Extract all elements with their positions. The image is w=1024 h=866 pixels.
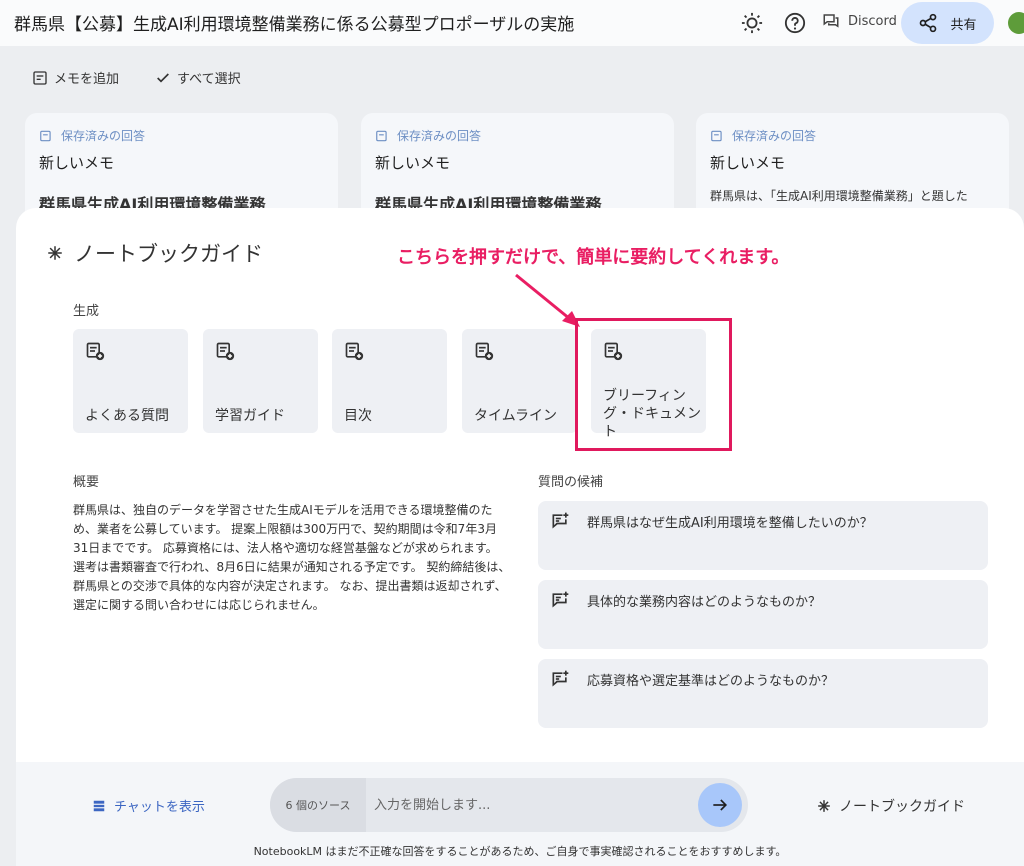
add-memo-label: メモを追加 bbox=[54, 72, 120, 87]
show-chat-label: チャットを表示 bbox=[114, 800, 205, 815]
summary-text: 群馬県は、独自のデータを学習させた生成AIモデルを活用できる環境整備のため、業者… bbox=[73, 503, 511, 612]
faq-button[interactable]: よくある質問 bbox=[73, 329, 188, 433]
note-add-icon bbox=[475, 342, 494, 361]
study-guide-label: 学習ガイド bbox=[215, 408, 285, 424]
question-text: 具体的な業務内容はどのようなものか？ bbox=[587, 595, 822, 610]
question-text: 群馬県はなぜ生成AI利用環境を整備したいのか？ bbox=[587, 516, 873, 531]
saved-label: 保存済みの回答 bbox=[397, 129, 482, 143]
share-icon bbox=[920, 13, 937, 33]
highlight-box bbox=[575, 318, 732, 451]
notebook-guide-button[interactable]: ノートブックガイド bbox=[817, 796, 965, 816]
select-all-label: すべて選択 bbox=[177, 72, 241, 87]
memo-body: 群馬県は、「生成AI利用環境整備業務」と題した bbox=[710, 189, 968, 203]
question-text: 応募資格や選定基準はどのようなものか？ bbox=[587, 674, 835, 689]
discord-label: Discord bbox=[848, 13, 897, 29]
app-header: 群馬県【公募】生成AI利用環境整備業務に係る公募型プロポーザルの実施 Disco… bbox=[0, 0, 1024, 46]
suggested-questions-title: 質問の候補 bbox=[538, 475, 604, 490]
sparkle-icon bbox=[48, 246, 62, 260]
memo-card[interactable]: 保存済みの回答 新しいメモ 群馬県生成AI利用環境整備業務 bbox=[25, 113, 338, 223]
disclaimer-text: NotebookLM はまだ不正確な回答をすることがあるため、ご自身で事実確認さ… bbox=[253, 845, 787, 858]
faq-label: よくある質問 bbox=[85, 408, 169, 424]
source-count-button[interactable]: 6 個のソース bbox=[270, 778, 366, 832]
discord-link[interactable]: Discord bbox=[822, 12, 897, 30]
sparkle-icon bbox=[818, 800, 830, 812]
timeline-label: タイムライン bbox=[474, 408, 558, 424]
table-of-contents-button[interactable]: 目次 bbox=[332, 329, 447, 433]
memo-title: 新しいメモ bbox=[710, 154, 786, 172]
chat-input-box: 6 個のソース bbox=[270, 778, 748, 832]
notes-toolbar: メモを追加 すべて選択 bbox=[32, 68, 241, 87]
saved-note-icon bbox=[40, 130, 51, 141]
guide-title: ノートブックガイド bbox=[46, 238, 263, 268]
chat-add-icon bbox=[552, 591, 569, 608]
suggested-question[interactable]: 群馬県はなぜ生成AI利用環境を整備したいのか？ bbox=[538, 501, 988, 570]
chat-list-icon bbox=[93, 800, 105, 811]
saved-note-icon bbox=[711, 130, 722, 141]
saved-label: 保存済みの回答 bbox=[61, 129, 146, 143]
share-button[interactable]: 共有 bbox=[901, 2, 994, 44]
annotation-callout: こちらを押すだけで、簡単に要約してくれます。 bbox=[397, 247, 790, 268]
note-add-icon bbox=[216, 342, 235, 361]
suggested-question[interactable]: 応募資格や選定基準はどのようなものか？ bbox=[538, 659, 988, 728]
saved-label: 保存済みの回答 bbox=[732, 129, 817, 143]
avatar[interactable] bbox=[1008, 12, 1024, 34]
memo-title: 新しいメモ bbox=[375, 154, 451, 172]
add-memo-button[interactable]: メモを追加 bbox=[32, 68, 119, 87]
chat-bubbles-icon bbox=[823, 14, 839, 28]
note-add-icon bbox=[86, 342, 105, 361]
notebook-guide-label: ノートブックガイド bbox=[839, 799, 965, 815]
chat-input[interactable] bbox=[374, 792, 684, 818]
generate-section-label: 生成 bbox=[73, 304, 100, 319]
arrow-right-icon bbox=[713, 799, 728, 811]
select-all-button[interactable]: すべて選択 bbox=[155, 68, 241, 87]
timeline-button[interactable]: タイムライン bbox=[462, 329, 577, 433]
show-chat-button[interactable]: チャットを表示 bbox=[92, 796, 205, 815]
saved-response-tag: 保存済みの回答 bbox=[39, 127, 324, 144]
theme-toggle-icon[interactable] bbox=[740, 11, 764, 35]
saved-note-icon bbox=[376, 130, 387, 141]
memo-card[interactable]: 保存済みの回答 新しいメモ 群馬県は、「生成AI利用環境整備業務」と題した bbox=[696, 113, 1009, 223]
table-of-contents-label: 目次 bbox=[344, 408, 372, 424]
summary-title: 概要 bbox=[73, 475, 100, 490]
suggested-question[interactable]: 具体的な業務内容はどのようなものか？ bbox=[538, 580, 988, 649]
memo-title: 新しいメモ bbox=[39, 154, 115, 172]
saved-response-tag: 保存済みの回答 bbox=[710, 127, 995, 144]
chat-add-icon bbox=[552, 670, 569, 687]
memo-card[interactable]: 保存済みの回答 新しいメモ 群馬県生成AI利用環境整備業務 bbox=[361, 113, 674, 223]
guide-title-text: ノートブックガイド bbox=[74, 242, 263, 266]
page-title: 群馬県【公募】生成AI利用環境整備業務に係る公募型プロポーザルの実施 bbox=[14, 15, 575, 35]
check-icon bbox=[157, 72, 169, 83]
note-add-icon bbox=[33, 70, 47, 85]
saved-response-tag: 保存済みの回答 bbox=[375, 127, 660, 144]
send-button[interactable] bbox=[698, 783, 742, 827]
note-add-icon bbox=[345, 342, 364, 361]
chat-add-icon bbox=[552, 512, 569, 529]
study-guide-button[interactable]: 学習ガイド bbox=[203, 329, 318, 433]
share-label: 共有 bbox=[950, 17, 977, 33]
help-icon[interactable] bbox=[783, 11, 807, 35]
